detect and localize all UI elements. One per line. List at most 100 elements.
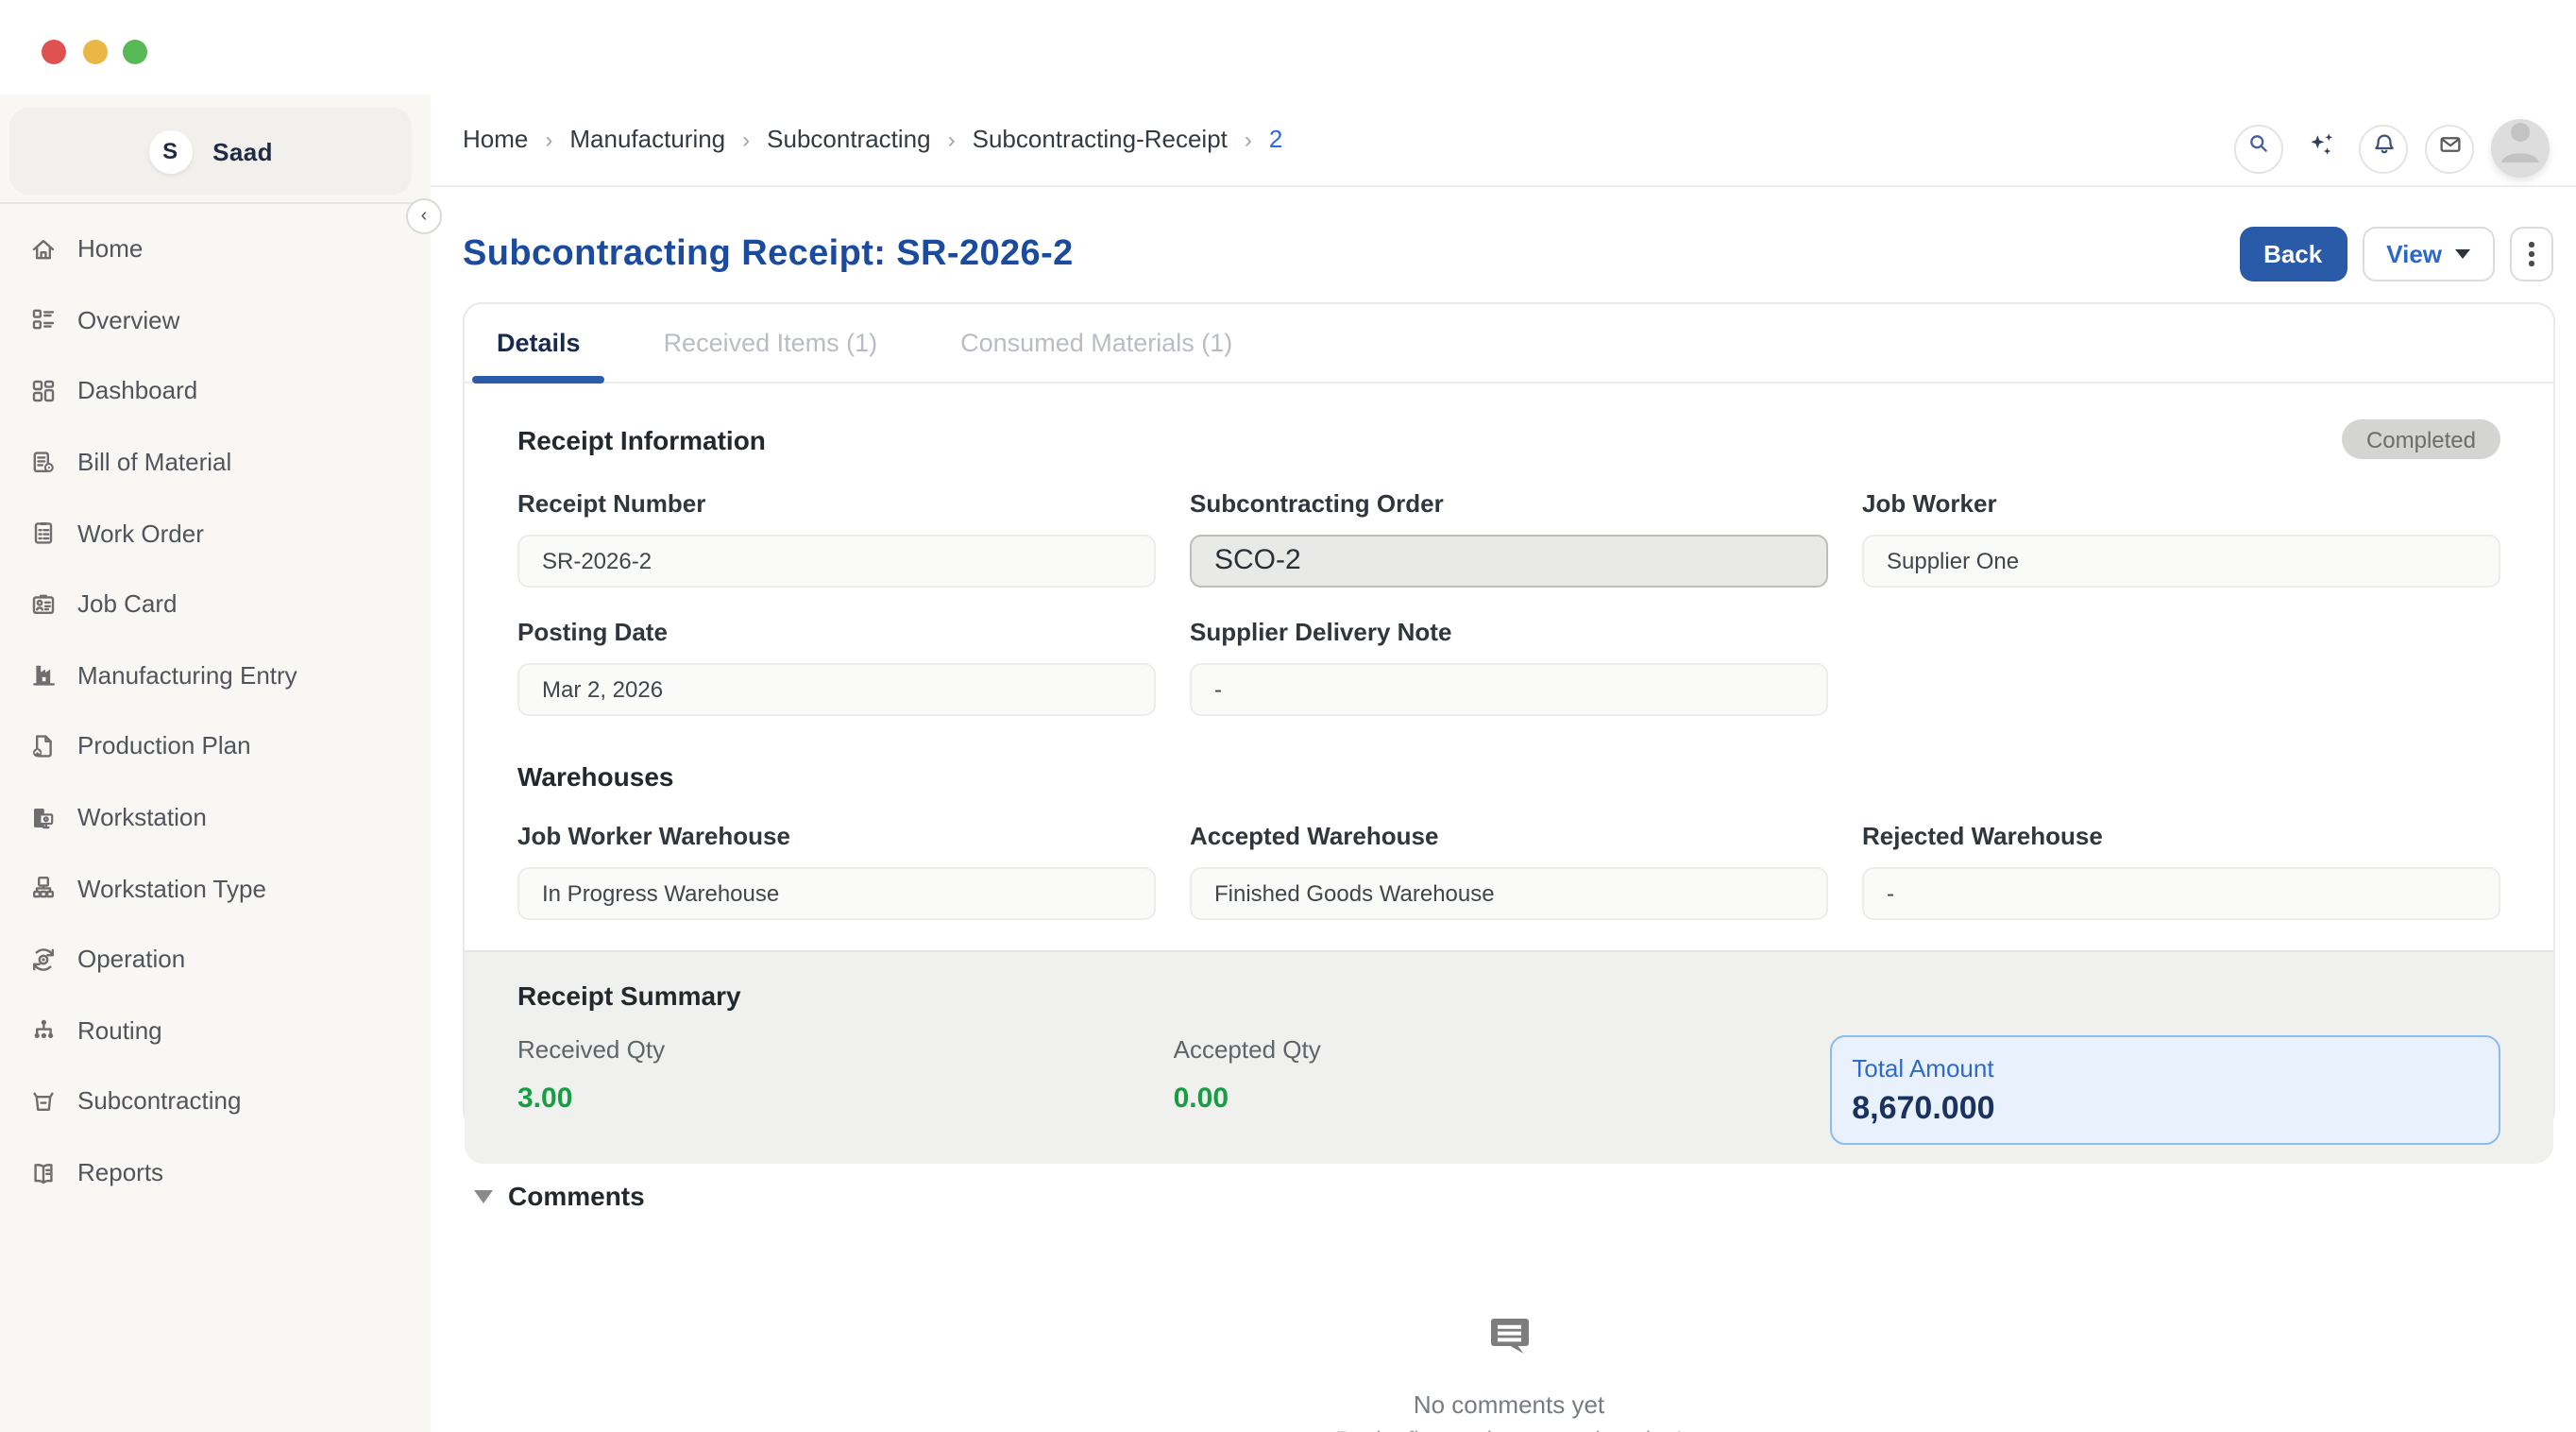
- sidebar-item-job-card[interactable]: Job Card: [0, 569, 431, 639]
- collapse-chevron-icon: ‹: [421, 206, 428, 227]
- reports-icon: [26, 1156, 59, 1188]
- breadcrumb-separator-icon: ›: [948, 126, 956, 152]
- view-button[interactable]: View: [2362, 227, 2495, 281]
- sidebar-item-home[interactable]: Home: [0, 213, 431, 284]
- supplier-delivery-note-value[interactable]: -: [1190, 663, 1828, 716]
- rejected-warehouse-value[interactable]: -: [1862, 867, 2500, 920]
- receipt-summary-grid: Received Qty 3.00 Accepted Qty 0.00 Tota…: [517, 1035, 2500, 1145]
- field-subcontracting-order: Subcontracting Order SCO-2: [1190, 489, 1828, 588]
- sidebar-item-bill-of-material[interactable]: Bill of Material: [0, 427, 431, 498]
- app-window: S Saad Home Overview Dashboard Bill of M…: [0, 0, 2576, 1432]
- received-qty-block: Received Qty 3.00: [517, 1035, 1174, 1145]
- sidebar-item-reports[interactable]: Reports: [0, 1136, 431, 1207]
- topbar-actions: [2234, 119, 2550, 178]
- avatar-initial: S: [162, 138, 178, 164]
- receipt-info-row-2: Posting Date Mar 2, 2026 Supplier Delive…: [517, 618, 2500, 716]
- details-panel: Receipt Information Completed Receipt Nu…: [465, 419, 2553, 1164]
- page-title: Subcontracting Receipt: SR-2026-2: [463, 233, 1074, 275]
- more-options-button[interactable]: [2510, 227, 2553, 281]
- bell-icon: [2369, 129, 2398, 167]
- kebab-menu-icon: [2529, 242, 2534, 247]
- tab-consumed-materials[interactable]: Consumed Materials (1): [936, 304, 1257, 382]
- breadcrumb-current[interactable]: 2: [1269, 125, 1282, 153]
- topbar: Home › Manufacturing › Subcontracting › …: [431, 0, 2576, 187]
- accepted-warehouse-value[interactable]: Finished Goods Warehouse: [1190, 867, 1828, 920]
- sidebar-item-operation[interactable]: Operation: [0, 924, 431, 995]
- mail-button[interactable]: [2425, 124, 2474, 173]
- breadcrumb-home[interactable]: Home: [463, 125, 528, 153]
- zoom-window-button[interactable]: [123, 40, 147, 64]
- sidebar-divider: [0, 202, 431, 204]
- sidebar-item-dashboard[interactable]: Dashboard: [0, 355, 431, 426]
- sidebar-nav: Home Overview Dashboard Bill of Material…: [0, 213, 431, 1208]
- sidebar-item-routing[interactable]: Routing: [0, 995, 431, 1065]
- view-button-label: View: [2386, 240, 2442, 268]
- main-content: Subcontracting Receipt: SR-2026-2 Back V…: [431, 189, 2576, 1432]
- breadcrumb-subcontracting[interactable]: Subcontracting: [767, 125, 930, 153]
- manufacturing-entry-icon: [26, 659, 59, 691]
- status-badge: Completed: [2342, 419, 2500, 459]
- receipt-info-row-1: Receipt Number SR-2026-2 Subcontracting …: [517, 489, 2500, 588]
- breadcrumb-manufacturing[interactable]: Manufacturing: [569, 125, 725, 153]
- workstation-type-icon: [26, 872, 59, 904]
- user-menu-button[interactable]: [2491, 119, 2550, 178]
- person-icon: [2491, 119, 2550, 178]
- sidebar-item-overview[interactable]: Overview: [0, 284, 431, 355]
- sidebar-item-manufacturing-entry[interactable]: Manufacturing Entry: [0, 639, 431, 710]
- sidebar-item-workstation[interactable]: Workstation: [0, 782, 431, 853]
- sidebar-item-workstation-type[interactable]: Workstation Type: [0, 853, 431, 924]
- caret-down-icon: [474, 1189, 493, 1202]
- minimize-window-button[interactable]: [82, 40, 107, 64]
- sidebar-item-production-plan[interactable]: Production Plan: [0, 710, 431, 781]
- chevron-down-icon: [2455, 249, 2470, 259]
- user-profile-chip[interactable]: S Saad: [9, 108, 412, 195]
- search-icon: [2246, 130, 2272, 166]
- total-amount-value: 8,670.000: [1852, 1090, 2478, 1128]
- page-header: Subcontracting Receipt: SR-2026-2 Back V…: [463, 227, 2553, 281]
- accepted-qty-label: Accepted Qty: [1174, 1035, 1830, 1064]
- notifications-button[interactable]: [2359, 124, 2408, 173]
- job-card-icon: [26, 588, 59, 621]
- posting-date-value[interactable]: Mar 2, 2026: [517, 663, 1156, 716]
- sidebar-item-subcontracting[interactable]: Subcontracting: [0, 1065, 431, 1136]
- field-job-worker-warehouse: Job Worker Warehouse In Progress Warehou…: [517, 822, 1156, 920]
- production-plan-icon: [26, 730, 59, 762]
- comments-toggle[interactable]: Comments: [474, 1181, 645, 1211]
- comments-heading: Comments: [508, 1181, 645, 1211]
- close-window-button[interactable]: [42, 40, 66, 64]
- received-qty-value: 3.00: [517, 1083, 1174, 1115]
- ai-assistant-button[interactable]: [2300, 128, 2342, 169]
- bill-of-material-icon: [26, 446, 59, 478]
- field-accepted-warehouse: Accepted Warehouse Finished Goods Wareho…: [1190, 822, 1828, 920]
- avatar: S: [148, 129, 192, 173]
- receipt-summary-section: Receipt Summary Received Qty 3.00 Accept…: [465, 950, 2553, 1164]
- receipt-summary-heading: Receipt Summary: [517, 952, 2500, 1011]
- field-receipt-number: Receipt Number SR-2026-2: [517, 489, 1156, 588]
- overview-icon: [26, 304, 59, 336]
- breadcrumb-subcontracting-receipt[interactable]: Subcontracting-Receipt: [973, 125, 1228, 153]
- tab-received-items[interactable]: Received Items (1): [639, 304, 903, 382]
- total-amount-label: Total Amount: [1852, 1054, 2478, 1083]
- no-comments-text: No comments yet: [463, 1390, 2555, 1419]
- received-qty-label: Received Qty: [517, 1035, 1174, 1064]
- workstation-icon: [26, 801, 59, 833]
- job-worker-warehouse-value[interactable]: In Progress Warehouse: [517, 867, 1156, 920]
- field-job-worker: Job Worker Supplier One: [1862, 489, 2500, 588]
- dashboard-icon: [26, 375, 59, 407]
- breadcrumb-separator-icon: ›: [1245, 126, 1252, 152]
- comments-empty-state: No comments yet Be the first to share yo…: [463, 1313, 2555, 1432]
- breadcrumb-separator-icon: ›: [742, 126, 750, 152]
- accepted-qty-value: 0.00: [1174, 1083, 1830, 1115]
- job-worker-value[interactable]: Supplier One: [1862, 535, 2500, 588]
- receipt-information-heading: Receipt Information: [517, 424, 766, 454]
- tab-details[interactable]: Details: [472, 304, 605, 382]
- operation-icon: [26, 943, 59, 975]
- subcontracting-order-value[interactable]: SCO-2: [1190, 535, 1828, 588]
- receipt-information-header: Receipt Information Completed: [517, 419, 2500, 459]
- receipt-number-value[interactable]: SR-2026-2: [517, 535, 1156, 588]
- sidebar-item-work-order[interactable]: Work Order: [0, 498, 431, 569]
- sidebar: S Saad Home Overview Dashboard Bill of M…: [0, 94, 431, 1432]
- back-button[interactable]: Back: [2239, 227, 2347, 281]
- sidebar-collapse-button[interactable]: ‹: [406, 198, 442, 234]
- search-button[interactable]: [2234, 124, 2283, 173]
